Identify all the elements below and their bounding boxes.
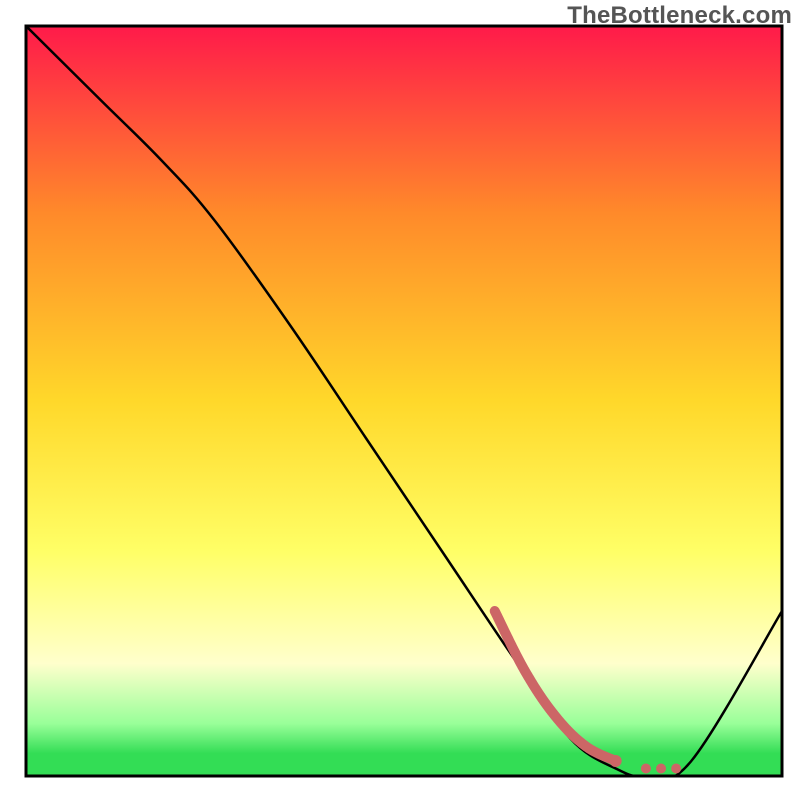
secondary-curve-dot (610, 755, 622, 767)
chart-svg (0, 0, 800, 800)
secondary-curve-dot (641, 764, 651, 774)
watermark-text: TheBottleneck.com (567, 2, 792, 30)
chart-stage: TheBottleneck.com (0, 0, 800, 800)
secondary-curve-dot (671, 764, 681, 774)
secondary-curve-dot (656, 764, 666, 774)
